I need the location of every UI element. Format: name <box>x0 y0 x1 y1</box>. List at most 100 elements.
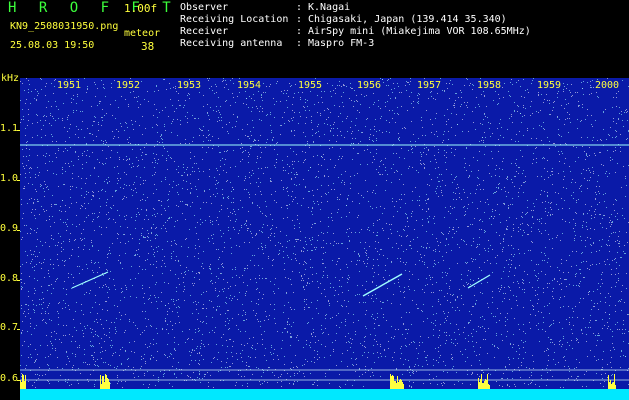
signal-spike <box>484 381 485 389</box>
signal-spike <box>401 380 402 389</box>
info-row-location: Receiving Location: Chigasaki, Japan (139… <box>180 14 531 26</box>
signal-spike <box>20 380 21 389</box>
station-info: Observer: K.Nagai Receiving Location: Chig… <box>180 2 531 50</box>
x-tick-label: 1951 <box>56 80 83 91</box>
signal-spike <box>609 382 610 389</box>
header-panel: H R O F F T 1.00f KN9_2508031950.png met… <box>0 0 629 78</box>
signal-spike <box>394 381 395 389</box>
info-key: Observer <box>180 2 229 13</box>
signal-spike <box>482 383 483 389</box>
info-value: K.Nagai <box>308 2 351 13</box>
signal-spike <box>102 376 103 389</box>
timestamp-label: 25.08.03 19:50 <box>10 40 95 51</box>
info-key: Receiving Location <box>180 14 289 25</box>
signal-spike <box>611 384 612 389</box>
x-tick-label: 1957 <box>416 80 443 91</box>
meteor-label: meteor <box>124 28 161 39</box>
x-tick-label: 1956 <box>356 80 383 91</box>
info-row-antenna: Receiving antenna: Maspro FM-3 <box>180 38 531 50</box>
signal-spike <box>103 376 104 389</box>
info-separator: : <box>296 26 303 37</box>
signal-spike <box>489 385 490 389</box>
info-row-receiver: Receiver: AirSpy mini (Miakejima VOR 108.… <box>180 26 531 38</box>
signal-spike <box>109 382 110 389</box>
signal-spike <box>391 376 392 389</box>
signal-spike <box>400 379 401 389</box>
info-key: Receiving antenna <box>180 38 283 49</box>
info-row-observer: Observer: K.Nagai <box>180 2 531 14</box>
signal-spike <box>393 376 394 389</box>
signal-spike <box>22 374 23 389</box>
signal-spike <box>101 384 102 389</box>
signal-spike <box>390 374 391 389</box>
info-value: AirSpy mini (Miakejima VOR 108.65MHz) <box>308 26 531 37</box>
signal-spike <box>395 381 396 389</box>
y-tick-label: 1.0 <box>0 173 19 184</box>
signal-spike <box>612 383 613 389</box>
info-separator: : <box>296 38 303 49</box>
signal-spike <box>488 384 489 389</box>
y-tick-label: 0.9 <box>0 223 19 234</box>
signal-spike <box>399 380 400 389</box>
signal-spike <box>402 382 403 389</box>
signal-spike <box>615 385 616 389</box>
spectrogram-plot <box>20 78 629 400</box>
signal-spike <box>107 378 108 389</box>
signal-spike <box>403 384 404 389</box>
signal-spike <box>106 375 107 389</box>
signal-spike <box>614 374 615 389</box>
info-value: Maspro FM-3 <box>308 38 375 49</box>
noise-dots <box>20 78 629 388</box>
signal-spike <box>613 382 614 389</box>
signal-spike <box>24 381 25 389</box>
signal-spike <box>104 382 105 389</box>
version-label: 1.00f <box>124 2 158 15</box>
meteor-echo <box>467 274 491 289</box>
x-tick-label: 1958 <box>476 80 503 91</box>
signal-spike <box>478 378 479 389</box>
info-separator: : <box>296 2 303 13</box>
y-tick-label: 0.7 <box>0 322 19 333</box>
x-tick-label: 1952 <box>115 80 142 91</box>
y-tick-label: 0.6 <box>0 373 19 384</box>
signal-spike <box>610 380 611 389</box>
x-tick-label: 1959 <box>536 80 563 91</box>
info-separator: : <box>296 14 303 25</box>
signal-spike <box>480 379 481 389</box>
y-tick-label: 1.1 <box>0 123 19 134</box>
signal-spike <box>21 382 22 389</box>
signal-spike <box>398 382 399 389</box>
signal-spike <box>483 383 484 389</box>
info-value: Chigasaki, Japan (139.414 35.340) <box>308 14 507 25</box>
signal-spike <box>486 380 487 389</box>
signal-spike <box>105 374 106 389</box>
signal-spikes <box>20 374 616 389</box>
meteor-count: 38 <box>141 40 155 53</box>
signal-spike <box>108 379 109 389</box>
y-tick-label: 0.8 <box>0 273 19 284</box>
info-key: Receiver <box>180 26 229 37</box>
y-axis: 1.1 1.0 0.9 0.8 0.7 0.6 <box>0 78 21 400</box>
x-tick-label: 2000 <box>594 80 621 91</box>
bottom-band <box>20 389 629 400</box>
x-tick-label: 1953 <box>176 80 203 91</box>
x-tick-label: 1955 <box>297 80 324 91</box>
signal-spike <box>23 375 24 389</box>
noise-dots <box>20 78 629 388</box>
signal-spike <box>608 375 609 389</box>
signal-spike <box>396 383 397 389</box>
signal-spike <box>485 379 486 389</box>
x-tick-label: 1954 <box>236 80 263 91</box>
spectrogram-canvas <box>20 78 629 400</box>
signal-spike <box>479 382 480 389</box>
signal-spike <box>481 374 482 389</box>
signal-spike <box>25 375 26 389</box>
signal-spike <box>392 375 393 389</box>
signal-spike <box>487 374 488 389</box>
noise-layer <box>20 78 629 388</box>
meteor-echo <box>362 273 403 297</box>
meteor-echo <box>71 271 109 289</box>
filename-label: KN9_2508031950.png <box>10 21 119 32</box>
signal-spike <box>397 376 398 389</box>
signal-spike <box>100 375 101 389</box>
